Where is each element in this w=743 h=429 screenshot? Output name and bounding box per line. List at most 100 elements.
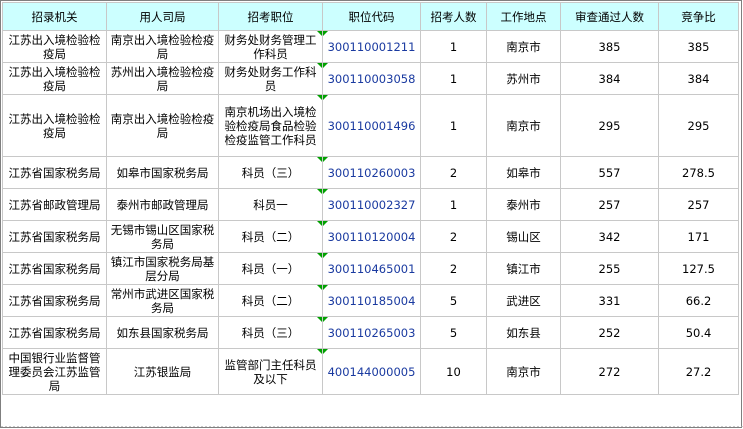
agency-cell: 中国银行业监督管理委员会江苏监管局 — [2, 348, 107, 395]
table-row: 江苏省国家税务局 镇江市国家税务局基层分局 科员（一） 300110465001… — [2, 252, 739, 285]
table-row: 江苏省国家税务局 无锡市锡山区国家税务局 科员（二） 300110120004 … — [2, 220, 739, 253]
header-cell: 用人司局 — [106, 2, 219, 31]
exam-statistics-table: 招录机关 用人司局 招考职位 职位代码 招考人数 工作地点 审查通过人数 竞争比… — [2, 2, 739, 395]
table-row: 江苏出入境检验检疫局 南京出入境检验检疫局 财务处财务管理工作科员 300110… — [2, 30, 739, 63]
agency-cell: 江苏出入境检验检疫局 — [2, 30, 107, 63]
recruit-count-cell: 1 — [420, 30, 487, 63]
position-cell: 科员一 — [218, 188, 323, 221]
passed-count-cell: 331 — [560, 284, 659, 317]
position-cell: 科员（二） — [218, 220, 323, 253]
passed-count-cell: 255 — [560, 252, 659, 285]
ratio-cell: 257 — [658, 188, 739, 221]
recruit-count-cell: 1 — [420, 188, 487, 221]
dotted-border-decoration — [0, 425, 743, 428]
ratio-cell: 127.5 — [658, 252, 739, 285]
header-cell: 竞争比 — [658, 2, 739, 31]
position-code-cell: 300110265003 — [322, 316, 421, 349]
passed-count-cell: 257 — [560, 188, 659, 221]
agency-cell: 江苏省国家税务局 — [2, 220, 107, 253]
agency-cell: 江苏出入境检验检疫局 — [2, 94, 107, 157]
position-code-cell: 300110001496 — [322, 94, 421, 157]
ratio-cell: 385 — [658, 30, 739, 63]
location-cell: 镇江市 — [486, 252, 561, 285]
ratio-cell: 50.4 — [658, 316, 739, 349]
position-cell: 监管部门主任科员及以下 — [218, 348, 323, 395]
ratio-cell: 171 — [658, 220, 739, 253]
passed-count-cell: 295 — [560, 94, 659, 157]
agency-cell: 江苏省邮政管理局 — [2, 188, 107, 221]
position-cell: 财务处财务管理工作科员 — [218, 30, 323, 63]
location-cell: 如皋市 — [486, 156, 561, 189]
location-cell: 苏州市 — [486, 62, 561, 95]
agency-cell: 江苏省国家税务局 — [2, 156, 107, 189]
position-code-cell: 300110003058 — [322, 62, 421, 95]
location-cell: 南京市 — [486, 30, 561, 63]
position-code-cell: 300110120004 — [322, 220, 421, 253]
department-cell: 如皋市国家税务局 — [106, 156, 219, 189]
position-code-cell: 300110001211 — [322, 30, 421, 63]
department-cell: 无锡市锡山区国家税务局 — [106, 220, 219, 253]
position-cell: 科员（三） — [218, 156, 323, 189]
table-row: 江苏省国家税务局 如皋市国家税务局 科员（三） 300110260003 2 如… — [2, 156, 739, 189]
recruit-count-cell: 2 — [420, 220, 487, 253]
header-cell: 职位代码 — [322, 2, 421, 31]
header-cell: 招录机关 — [2, 2, 107, 31]
passed-count-cell: 557 — [560, 156, 659, 189]
location-cell: 武进区 — [486, 284, 561, 317]
department-cell: 苏州出入境检验检疫局 — [106, 62, 219, 95]
recruit-count-cell: 5 — [420, 284, 487, 317]
position-cell: 科员（三） — [218, 316, 323, 349]
ratio-cell: 66.2 — [658, 284, 739, 317]
passed-count-cell: 342 — [560, 220, 659, 253]
agency-cell: 江苏省国家税务局 — [2, 284, 107, 317]
passed-count-cell: 252 — [560, 316, 659, 349]
department-cell: 镇江市国家税务局基层分局 — [106, 252, 219, 285]
recruit-count-cell: 10 — [420, 348, 487, 395]
ratio-cell: 27.2 — [658, 348, 739, 395]
position-cell: 科员（一） — [218, 252, 323, 285]
table-row: 江苏出入境检验检疫局 苏州出入境检验检疫局 财务处财务工作科员 30011000… — [2, 62, 739, 95]
passed-count-cell: 272 — [560, 348, 659, 395]
ratio-cell: 295 — [658, 94, 739, 157]
department-cell: 如东县国家税务局 — [106, 316, 219, 349]
location-cell: 泰州市 — [486, 188, 561, 221]
position-code-cell: 300110260003 — [322, 156, 421, 189]
passed-count-cell: 384 — [560, 62, 659, 95]
header-cell: 审查通过人数 — [560, 2, 659, 31]
recruit-count-cell: 1 — [420, 94, 487, 157]
position-code-cell: 300110185004 — [322, 284, 421, 317]
ratio-cell: 384 — [658, 62, 739, 95]
position-code-cell: 300110002327 — [322, 188, 421, 221]
department-cell: 常州市武进区国家税务局 — [106, 284, 219, 317]
position-cell: 财务处财务工作科员 — [218, 62, 323, 95]
recruit-count-cell: 2 — [420, 252, 487, 285]
header-row: 招录机关 用人司局 招考职位 职位代码 招考人数 工作地点 审查通过人数 竞争比 — [2, 2, 739, 31]
table-row: 江苏省国家税务局 常州市武进区国家税务局 科员（二） 300110185004 … — [2, 284, 739, 317]
table-row: 江苏出入境检验检疫局 南京出入境检验检疫局 南京机场出入境检验检疫局食品检验检疫… — [2, 94, 739, 157]
passed-count-cell: 385 — [560, 30, 659, 63]
position-cell: 南京机场出入境检验检疫局食品检验检疫监管工作科员 — [218, 94, 323, 157]
department-cell: 江苏银监局 — [106, 348, 219, 395]
screenshot: 招录机关 用人司局 招考职位 职位代码 招考人数 工作地点 审查通过人数 竞争比… — [0, 0, 743, 429]
position-code-cell: 400144000005 — [322, 348, 421, 395]
position-cell: 科员（二） — [218, 284, 323, 317]
table-row: 中国银行业监督管理委员会江苏监管局 江苏银监局 监管部门主任科员及以下 4001… — [2, 348, 739, 395]
location-cell: 南京市 — [486, 348, 561, 395]
department-cell: 南京出入境检验检疫局 — [106, 94, 219, 157]
agency-cell: 江苏省国家税务局 — [2, 316, 107, 349]
location-cell: 锡山区 — [486, 220, 561, 253]
header-cell: 招考人数 — [420, 2, 487, 31]
agency-cell: 江苏省国家税务局 — [2, 252, 107, 285]
recruit-count-cell: 1 — [420, 62, 487, 95]
position-code-cell: 300110465001 — [322, 252, 421, 285]
location-cell: 如东县 — [486, 316, 561, 349]
ratio-cell: 278.5 — [658, 156, 739, 189]
department-cell: 泰州市邮政管理局 — [106, 188, 219, 221]
recruit-count-cell: 2 — [420, 156, 487, 189]
table-row: 江苏省邮政管理局 泰州市邮政管理局 科员一 300110002327 1 泰州市… — [2, 188, 739, 221]
header-cell: 招考职位 — [218, 2, 323, 31]
location-cell: 南京市 — [486, 94, 561, 157]
department-cell: 南京出入境检验检疫局 — [106, 30, 219, 63]
agency-cell: 江苏出入境检验检疫局 — [2, 62, 107, 95]
header-cell: 工作地点 — [486, 2, 561, 31]
